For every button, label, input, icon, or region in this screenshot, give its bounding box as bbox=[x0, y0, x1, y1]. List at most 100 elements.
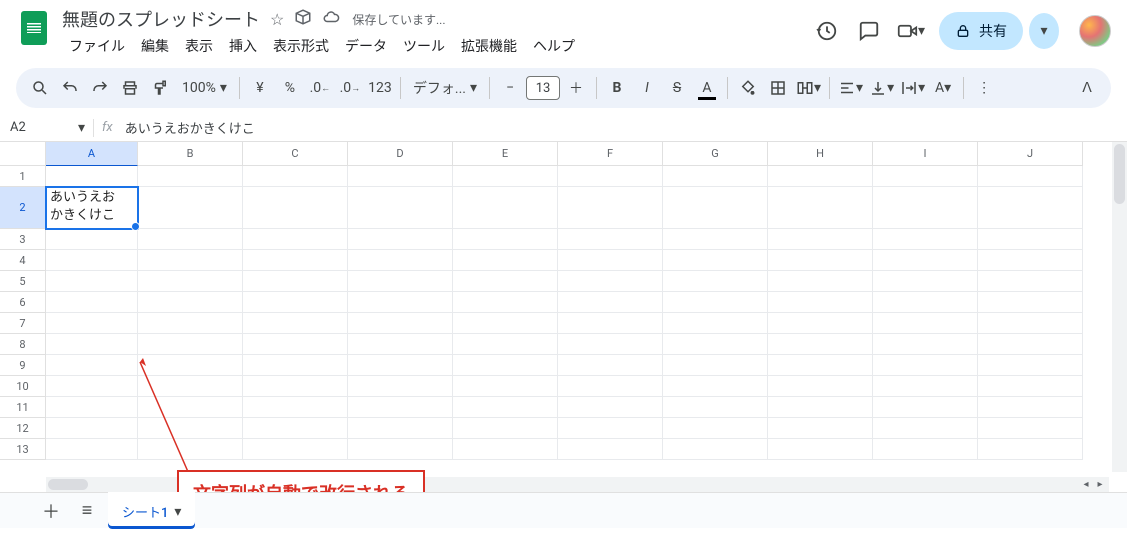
bold-icon[interactable]: B bbox=[603, 74, 631, 102]
cell-B5[interactable] bbox=[138, 271, 243, 292]
undo-icon[interactable] bbox=[56, 74, 84, 102]
cell-B1[interactable] bbox=[138, 166, 243, 187]
cell-J6[interactable] bbox=[978, 292, 1083, 313]
cell-C3[interactable] bbox=[243, 229, 348, 250]
cell-J7[interactable] bbox=[978, 313, 1083, 334]
cell-E2[interactable] bbox=[453, 187, 558, 229]
col-header-F[interactable]: F bbox=[558, 142, 663, 166]
menu-view[interactable]: 表示 bbox=[178, 32, 220, 60]
cell-I3[interactable] bbox=[873, 229, 978, 250]
cell-C6[interactable] bbox=[243, 292, 348, 313]
cell-D13[interactable] bbox=[348, 439, 453, 460]
cell-G12[interactable] bbox=[663, 418, 768, 439]
cell-D5[interactable] bbox=[348, 271, 453, 292]
text-color-icon[interactable]: A bbox=[693, 74, 721, 102]
cell-J12[interactable] bbox=[978, 418, 1083, 439]
cell-H6[interactable] bbox=[768, 292, 873, 313]
italic-icon[interactable]: I bbox=[633, 74, 661, 102]
row-header-2[interactable]: 2 bbox=[0, 187, 46, 229]
namebox-dropdown-icon[interactable]: ▾ bbox=[78, 120, 85, 136]
cell-J1[interactable] bbox=[978, 166, 1083, 187]
cell-H12[interactable] bbox=[768, 418, 873, 439]
cell-F5[interactable] bbox=[558, 271, 663, 292]
cell-D9[interactable] bbox=[348, 355, 453, 376]
row-header-8[interactable]: 8 bbox=[0, 334, 46, 355]
cell-F12[interactable] bbox=[558, 418, 663, 439]
cell-A8[interactable] bbox=[46, 334, 138, 355]
cell-E12[interactable] bbox=[453, 418, 558, 439]
menu-help[interactable]: ヘルプ bbox=[526, 32, 582, 60]
wrap-icon[interactable]: ▾ bbox=[898, 74, 927, 102]
doc-title[interactable]: 無題のスプレッドシート bbox=[62, 6, 260, 32]
cell-H1[interactable] bbox=[768, 166, 873, 187]
cell-G11[interactable] bbox=[663, 397, 768, 418]
cell-A1[interactable] bbox=[46, 166, 138, 187]
cell-C7[interactable] bbox=[243, 313, 348, 334]
row-header-9[interactable]: 9 bbox=[0, 355, 46, 376]
cell-G9[interactable] bbox=[663, 355, 768, 376]
rotate-icon[interactable]: A▾ bbox=[929, 74, 957, 102]
decimal-increase-icon[interactable]: .0→ bbox=[336, 74, 364, 102]
cell-A7[interactable] bbox=[46, 313, 138, 334]
menu-insert[interactable]: 挿入 bbox=[222, 32, 264, 60]
cell-J2[interactable] bbox=[978, 187, 1083, 229]
formula-bar[interactable]: あいうえおかきくけこ bbox=[121, 118, 1127, 137]
cell-H4[interactable] bbox=[768, 250, 873, 271]
cell-A10[interactable] bbox=[46, 376, 138, 397]
cell-F13[interactable] bbox=[558, 439, 663, 460]
cell-C12[interactable] bbox=[243, 418, 348, 439]
cell-C13[interactable] bbox=[243, 439, 348, 460]
name-box[interactable]: A2 bbox=[10, 120, 70, 135]
currency-icon[interactable]: ¥ bbox=[246, 74, 274, 102]
cell-G6[interactable] bbox=[663, 292, 768, 313]
cell-F6[interactable] bbox=[558, 292, 663, 313]
cell-G13[interactable] bbox=[663, 439, 768, 460]
cell-B9[interactable] bbox=[138, 355, 243, 376]
cell-D11[interactable] bbox=[348, 397, 453, 418]
cell-A4[interactable] bbox=[46, 250, 138, 271]
cell-C4[interactable] bbox=[243, 250, 348, 271]
col-header-A[interactable]: A bbox=[46, 142, 138, 166]
cell-J9[interactable] bbox=[978, 355, 1083, 376]
cell-C9[interactable] bbox=[243, 355, 348, 376]
redo-icon[interactable] bbox=[86, 74, 114, 102]
more-formats-icon[interactable]: 123 bbox=[366, 74, 394, 102]
borders-icon[interactable] bbox=[764, 74, 792, 102]
cell-F4[interactable] bbox=[558, 250, 663, 271]
cell-I6[interactable] bbox=[873, 292, 978, 313]
cell-J13[interactable] bbox=[978, 439, 1083, 460]
cell-D2[interactable] bbox=[348, 187, 453, 229]
cell-B7[interactable] bbox=[138, 313, 243, 334]
percent-icon[interactable]: % bbox=[276, 74, 304, 102]
col-header-E[interactable]: E bbox=[453, 142, 558, 166]
cell-A3[interactable] bbox=[46, 229, 138, 250]
vertical-scrollbar[interactable] bbox=[1112, 142, 1127, 472]
cell-E13[interactable] bbox=[453, 439, 558, 460]
cell-F2[interactable] bbox=[558, 187, 663, 229]
cell-A11[interactable] bbox=[46, 397, 138, 418]
paint-format-icon[interactable] bbox=[146, 74, 174, 102]
row-header-3[interactable]: 3 bbox=[0, 229, 46, 250]
cell-C5[interactable] bbox=[243, 271, 348, 292]
cell-G5[interactable] bbox=[663, 271, 768, 292]
cell-E7[interactable] bbox=[453, 313, 558, 334]
cell-H8[interactable] bbox=[768, 334, 873, 355]
cell-D10[interactable] bbox=[348, 376, 453, 397]
cell-I7[interactable] bbox=[873, 313, 978, 334]
cell-F8[interactable] bbox=[558, 334, 663, 355]
cell-I2[interactable] bbox=[873, 187, 978, 229]
cell-A6[interactable] bbox=[46, 292, 138, 313]
share-button[interactable]: 共有 bbox=[939, 12, 1023, 50]
cell-B4[interactable] bbox=[138, 250, 243, 271]
row-header-13[interactable]: 13 bbox=[0, 439, 46, 460]
sheet-tab-menu-icon[interactable]: ▾ bbox=[174, 504, 181, 520]
row-header-7[interactable]: 7 bbox=[0, 313, 46, 334]
cell-C8[interactable] bbox=[243, 334, 348, 355]
cell-I4[interactable] bbox=[873, 250, 978, 271]
cell-I11[interactable] bbox=[873, 397, 978, 418]
fontsize-increase-icon[interactable]: ＋ bbox=[562, 74, 590, 102]
cell-F1[interactable] bbox=[558, 166, 663, 187]
collapse-icon[interactable]: ᐱ bbox=[1073, 74, 1101, 102]
cell-G7[interactable] bbox=[663, 313, 768, 334]
row-header-6[interactable]: 6 bbox=[0, 292, 46, 313]
